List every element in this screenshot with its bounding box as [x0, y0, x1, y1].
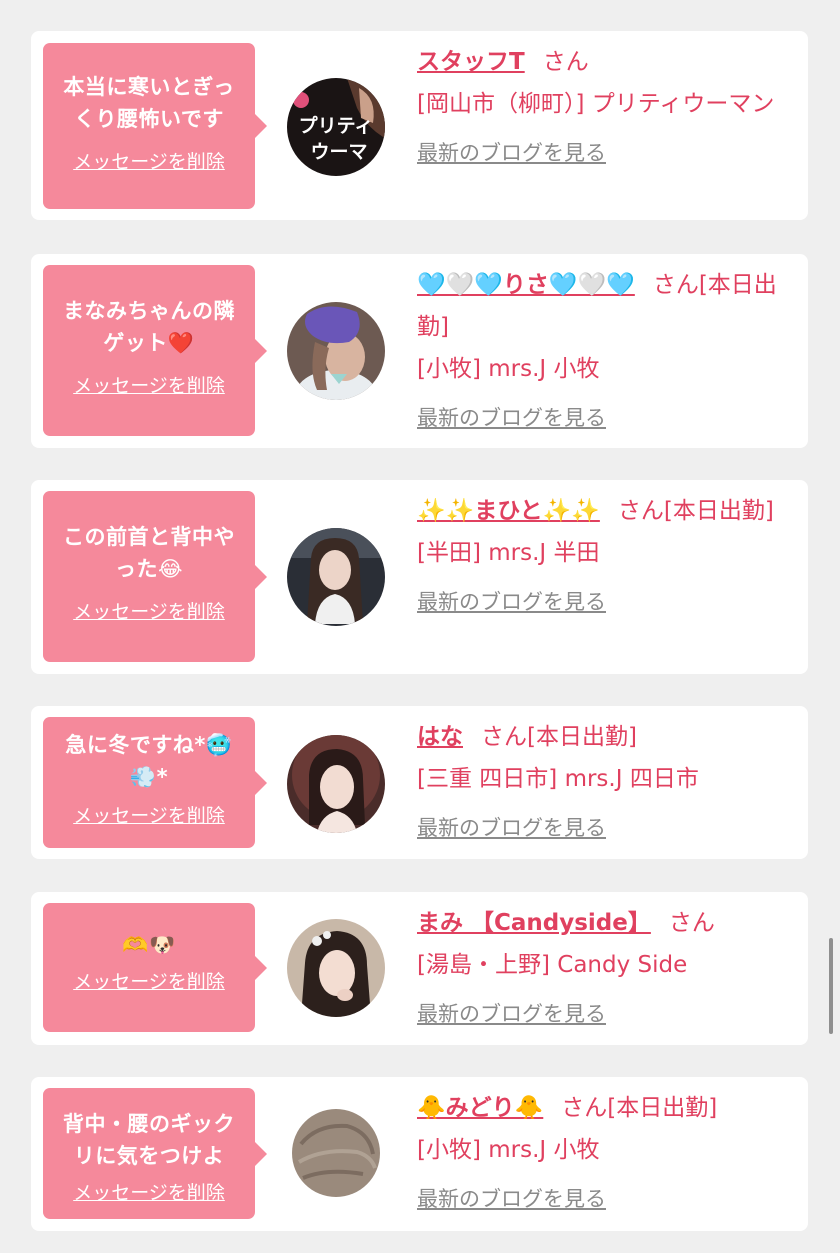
message-text: 🫶🐶: [122, 933, 176, 957]
message-bubble: 🫶🐶 メッセージを削除: [43, 903, 267, 1032]
avatar[interactable]: プリティ ウーマ: [287, 78, 385, 176]
cast-info: まみ 【Candyside】 さん [湯島・上野] Candy Side 最新のブ…: [417, 902, 797, 1028]
latest-blog-link[interactable]: 最新のブログを見る: [417, 586, 606, 616]
latest-blog-link[interactable]: 最新のブログを見る: [417, 402, 606, 432]
message-card: この前首と背中やった😂 メッセージを削除 ✨✨まひと✨✨ さん[本日出勤] [半田…: [31, 480, 808, 674]
cast-info: はな さん[本日出勤] [三重 四日市] mrs.J 四日市 最新のブログを見る: [417, 716, 797, 842]
avatar[interactable]: [287, 735, 385, 833]
message-text: まなみちゃんの隣ゲット❤️: [63, 299, 235, 355]
cast-name-link[interactable]: 🐥みどり🐥: [417, 1095, 543, 1121]
cast-info: 🐥みどり🐥 さん[本日出勤] [小牧] mrs.J 小牧 最新のブログを見る: [417, 1087, 797, 1213]
honorific: さん: [542, 49, 589, 75]
scrollbar[interactable]: [829, 938, 833, 1034]
message-card: 急に冬ですね*🥶💨* メッセージを削除 はな さん[本日出勤] [三重 四日市] …: [31, 706, 808, 859]
message-card: 本当に寒いとぎっくり腰怖いです メッセージを削除 プリティ ウーマ スタッフT さ…: [31, 31, 808, 220]
message-bubble: 本当に寒いとぎっくり腰怖いです メッセージを削除: [43, 43, 267, 209]
message-card: まなみちゃんの隣ゲット❤️ メッセージを削除 🩵🤍🩵りさ🩵🤍🩵 さん[本日出勤] …: [31, 254, 808, 448]
profile-photo-icon: [287, 528, 385, 626]
honorific: さん: [652, 272, 699, 298]
message-list: 本当に寒いとぎっくり腰怖いです メッセージを削除 プリティ ウーマ スタッフT さ…: [0, 0, 840, 1253]
profile-photo-icon: [287, 919, 385, 1017]
honorific: さん: [481, 724, 527, 750]
cast-name-link[interactable]: まみ 【Candyside】: [417, 910, 651, 936]
pretty-woman-logo-icon: プリティ ウーマ: [287, 78, 385, 176]
message-card: 🫶🐶 メッセージを削除 まみ 【Candyside】 さん [湯島・上野] Can…: [31, 892, 808, 1045]
shop-name: [小牧] mrs.J 小牧: [417, 356, 600, 382]
honorific: さん: [617, 498, 664, 524]
svg-text:プリティ: プリティ: [299, 114, 374, 137]
message-text: 本当に寒いとぎっくり腰怖いです: [63, 75, 235, 131]
delete-message-link[interactable]: メッセージを削除: [73, 147, 225, 174]
delete-message-link[interactable]: メッセージを削除: [73, 597, 225, 624]
profile-photo-icon: [287, 302, 385, 400]
shop-name: [湯島・上野] Candy Side: [417, 952, 688, 978]
cast-name-link[interactable]: ✨✨まひと✨✨: [417, 498, 600, 524]
message-bubble: 急に冬ですね*🥶💨* メッセージを削除: [43, 717, 267, 848]
message-bubble: 背中・腰のギックリに気をつけよ メッセージを削除: [43, 1088, 267, 1219]
message-text: 急に冬ですね*🥶💨*: [65, 733, 233, 789]
cast-name-link[interactable]: はな: [417, 724, 463, 750]
cast-name-link[interactable]: 🩵🤍🩵りさ🩵🤍🩵: [417, 272, 635, 298]
avatar[interactable]: [287, 919, 385, 1017]
latest-blog-link[interactable]: 最新のブログを見る: [417, 1183, 606, 1213]
shop-name: [小牧] mrs.J 小牧: [417, 1137, 600, 1163]
avatar[interactable]: [287, 302, 385, 400]
message-card: 背中・腰のギックリに気をつけよ メッセージを削除 🐥みどり🐥 さん[本日出勤] […: [31, 1077, 808, 1231]
cast-info: ✨✨まひと✨✨ さん[本日出勤] [半田] mrs.J 半田 最新のブログを見る: [417, 490, 797, 616]
honorific: さん: [668, 910, 715, 936]
profile-photo-icon: [287, 1104, 385, 1202]
cast-info: 🩵🤍🩵りさ🩵🤍🩵 さん[本日出勤] [小牧] mrs.J 小牧 最新のブログを見る: [417, 264, 797, 432]
message-bubble: この前首と背中やった😂 メッセージを削除: [43, 491, 267, 662]
svg-text:ウーマ: ウーマ: [310, 141, 367, 163]
latest-blog-link[interactable]: 最新のブログを見る: [417, 998, 606, 1028]
latest-blog-link[interactable]: 最新のブログを見る: [417, 812, 606, 842]
delete-message-link[interactable]: メッセージを削除: [73, 1178, 225, 1205]
message-text: 背中・腰のギックリに気をつけよ: [63, 1112, 235, 1168]
shop-name: [岡山市（柳町）] プリティウーマン: [417, 91, 775, 117]
shop-name: [半田] mrs.J 半田: [417, 540, 600, 566]
honorific: さん: [561, 1095, 608, 1121]
cast-name-link[interactable]: スタッフT: [417, 49, 525, 75]
status-text: [本日出勤]: [663, 498, 774, 524]
delete-message-link[interactable]: メッセージを削除: [73, 801, 225, 828]
status-text: [本日出勤]: [607, 1095, 718, 1121]
message-text: この前首と背中やった😂: [63, 525, 235, 581]
latest-blog-link[interactable]: 最新のブログを見る: [417, 137, 606, 167]
delete-message-link[interactable]: メッセージを削除: [73, 967, 225, 994]
avatar[interactable]: [287, 528, 385, 626]
delete-message-link[interactable]: メッセージを削除: [73, 371, 225, 398]
message-bubble: まなみちゃんの隣ゲット❤️ メッセージを削除: [43, 265, 267, 436]
cast-info: スタッフT さん [岡山市（柳町）] プリティウーマン 最新のブログを見る: [417, 41, 797, 167]
shop-name: [三重 四日市] mrs.J 四日市: [417, 766, 699, 792]
profile-photo-icon: [287, 735, 385, 833]
avatar[interactable]: [287, 1104, 385, 1202]
status-text: [本日出勤]: [527, 724, 637, 750]
